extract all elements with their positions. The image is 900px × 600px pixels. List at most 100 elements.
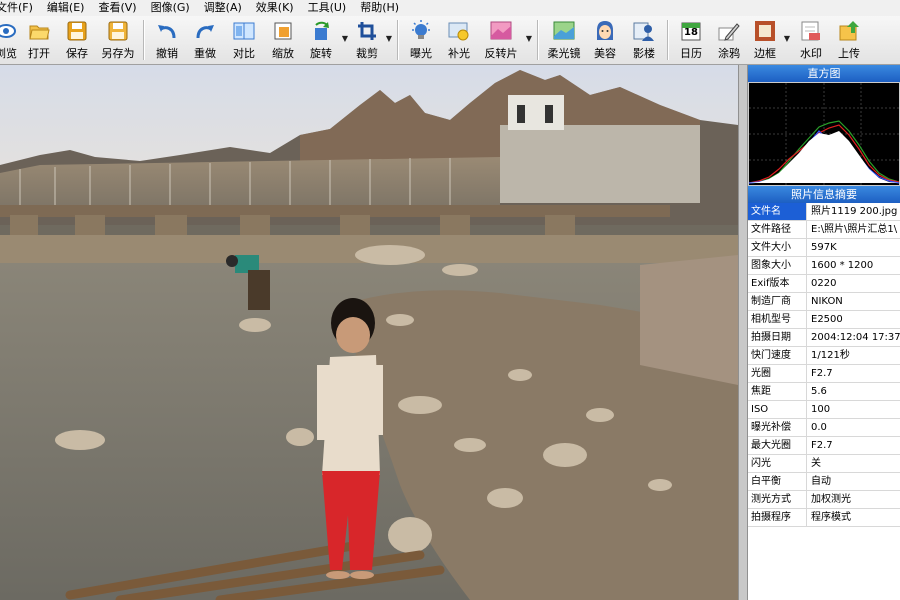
upload-button[interactable]: 上传 (830, 16, 868, 60)
redo-icon (194, 20, 216, 42)
upload-label: 上传 (838, 47, 860, 60)
panel-splitter[interactable] (738, 65, 748, 600)
watermark-button[interactable]: 水印 (792, 16, 830, 60)
info-key: 相机型号 (748, 311, 807, 328)
toolbar-separator (397, 20, 399, 60)
info-row[interactable]: 文件路径 E:\照片\照片汇总1\ (748, 221, 900, 239)
menu-effects[interactable]: 效果(K) (250, 0, 302, 16)
invert-film-icon (490, 20, 512, 42)
resize-button[interactable]: 缩放 (264, 16, 302, 60)
photo-canvas[interactable] (0, 65, 738, 600)
info-row[interactable]: 曝光补偿 0.0 (748, 419, 900, 437)
info-key: 曝光补偿 (748, 419, 807, 436)
toolbar-separator (667, 20, 669, 60)
border-dropdown-arrow[interactable]: ▼ (782, 16, 792, 60)
info-value: 照片1119 200.jpg (811, 206, 898, 217)
info-row[interactable]: 白平衡 自动 (748, 473, 900, 491)
info-value: 加权测光 (811, 494, 851, 505)
crop-label: 裁剪 (356, 47, 378, 60)
crop-button[interactable]: 裁剪 (350, 16, 384, 60)
info-value: 597K (811, 242, 837, 253)
redo-button[interactable]: 重做 (186, 16, 224, 60)
info-row[interactable]: 最大光圈 F2.7 (748, 437, 900, 455)
open-button[interactable]: 打开 (20, 16, 58, 60)
info-row[interactable]: Exif版本 0220 (748, 275, 900, 293)
info-key: Exif版本 (748, 275, 807, 292)
info-row[interactable]: 光圈 F2.7 (748, 365, 900, 383)
invert-dropdown-arrow[interactable]: ▼ (524, 16, 534, 60)
border-label: 边框 (754, 47, 776, 60)
compare-label: 对比 (233, 47, 255, 60)
exposure-button[interactable]: 曝光 (402, 16, 440, 60)
crop-dropdown-arrow[interactable]: ▼ (384, 16, 394, 60)
info-row[interactable]: 相机型号 E2500 (748, 311, 900, 329)
resize-label: 缩放 (272, 47, 294, 60)
beauty-button[interactable]: 美容 (586, 16, 624, 60)
rotate-button[interactable]: 旋转 (302, 16, 340, 60)
save-as-label: 另存为 (101, 47, 135, 60)
save-as-icon (107, 20, 129, 42)
menu-file[interactable]: 文件(F) (0, 0, 41, 16)
border-button[interactable]: 边框 (748, 16, 782, 60)
photo-image (0, 65, 738, 600)
exposure-label: 曝光 (410, 47, 432, 60)
info-row[interactable]: 制造厂商 NIKON (748, 293, 900, 311)
info-value: 0220 (811, 278, 837, 289)
menu-adjust[interactable]: 调整(A) (198, 0, 250, 16)
exposure-bulb-icon (410, 20, 432, 42)
studio-icon (633, 20, 655, 42)
fill-light-icon (448, 20, 470, 42)
soft-lens-button[interactable]: 柔光镜 (542, 16, 586, 60)
info-value: 100 (811, 404, 831, 415)
side-panel: 直方图 照片信息摘要 文件名 照片1119 200.jpg 文件路径 E:\照片\照… (748, 65, 900, 600)
invert-film-button[interactable]: 反转片 (478, 16, 524, 60)
info-key: 拍摄日期 (748, 329, 807, 346)
calendar-button[interactable]: 18 日历 (672, 16, 710, 60)
photo-info-table: 文件名 照片1119 200.jpg 文件路径 E:\照片\照片汇总1\ 文件大小 5… (748, 203, 900, 527)
browse-button[interactable]: 浏览 (0, 16, 20, 60)
info-row[interactable]: 闪光关 (748, 455, 900, 473)
info-value: F2.7 (811, 440, 833, 451)
upload-icon (838, 20, 860, 42)
histogram-header: 直方图 (748, 65, 900, 82)
save-label: 保存 (66, 47, 88, 60)
toolbar-separator (537, 20, 539, 60)
info-row[interactable]: 测光方式 加权测光 (748, 491, 900, 509)
menu-tools[interactable]: 工具(U) (302, 0, 355, 16)
info-key: 白平衡 (748, 473, 807, 490)
crop-icon (356, 20, 378, 42)
invert-film-label: 反转片 (484, 47, 518, 60)
studio-button[interactable]: 影楼 (624, 16, 664, 60)
doodle-button[interactable]: 涂鸦 (710, 16, 748, 60)
info-row[interactable]: 拍摄日期 2004:12:04 17:37:33 (748, 329, 900, 347)
toolbar: 浏览 打开 保存 另存为 撤销 重做 对比 缩放 旋转 ▼ 裁剪 ▼ 曝光 补光… (0, 16, 900, 65)
info-row[interactable]: 文件名 照片1119 200.jpg (748, 203, 900, 221)
info-row[interactable]: 焦距 5.6 (748, 383, 900, 401)
info-value: 自动 (811, 476, 831, 487)
menu-image[interactable]: 图像(G) (145, 0, 198, 16)
info-row[interactable]: ISO 100 (748, 401, 900, 419)
save-as-button[interactable]: 另存为 (96, 16, 140, 60)
save-button[interactable]: 保存 (58, 16, 96, 60)
info-row[interactable]: 快门速度 1/121秒 (748, 347, 900, 365)
info-value: 0.0 (811, 422, 827, 433)
info-value: 关 (811, 458, 821, 469)
info-key: 文件名 (748, 203, 807, 220)
menu-help[interactable]: 帮助(H) (354, 0, 407, 16)
soft-lens-icon (553, 20, 575, 42)
doodle-pen-icon (718, 20, 740, 42)
menu-view[interactable]: 查看(V) (92, 0, 144, 16)
info-key: 文件大小 (748, 239, 807, 256)
fill-light-button[interactable]: 补光 (440, 16, 478, 60)
beauty-label: 美容 (594, 47, 616, 60)
info-row[interactable]: 文件大小 597K (748, 239, 900, 257)
info-row[interactable]: 图象大小 1600 * 1200 (748, 257, 900, 275)
menu-edit[interactable]: 编辑(E) (41, 0, 93, 16)
rotate-dropdown-arrow[interactable]: ▼ (340, 16, 350, 60)
info-row[interactable]: 拍摄程序 程序模式 (748, 509, 900, 527)
compare-button[interactable]: 对比 (224, 16, 264, 60)
rotate-icon (310, 20, 332, 42)
save-icon (66, 20, 88, 42)
undo-button[interactable]: 撤销 (148, 16, 186, 60)
info-value: 2004:12:04 17:37:33 (811, 332, 900, 343)
